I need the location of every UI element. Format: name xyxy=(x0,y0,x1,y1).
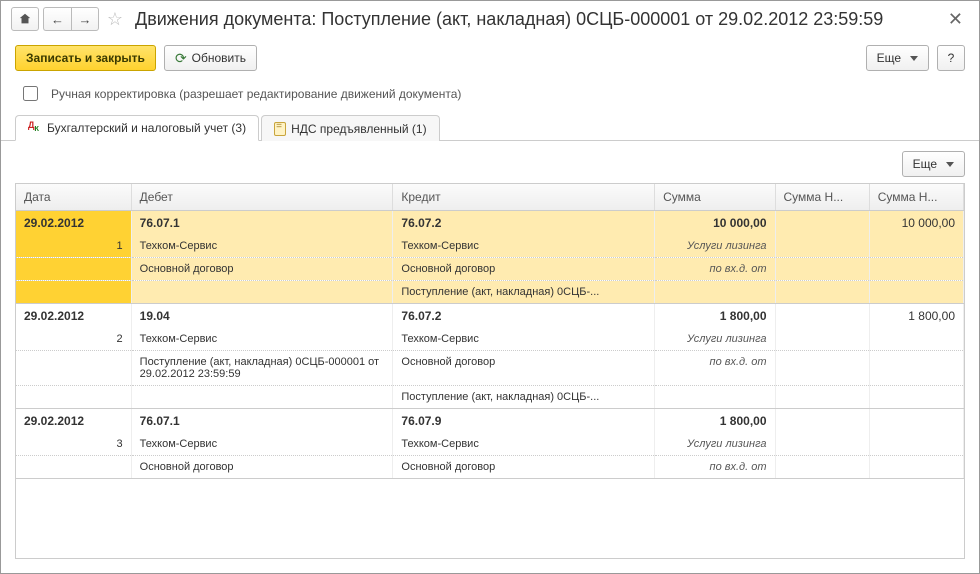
col-sum-n1[interactable]: Сумма Н... xyxy=(775,184,869,211)
table-row[interactable]: 29.02.201276.07.176.07.210 000,0010 000,… xyxy=(16,211,964,236)
cell-sum-n1 xyxy=(775,409,869,434)
cell-sum: 10 000,00 xyxy=(655,211,775,236)
more-button[interactable]: Еще xyxy=(866,45,929,71)
cell-sum-n2 xyxy=(869,409,963,434)
grid-header-row: Дата Дебет Кредит Сумма Сумма Н... Сумма… xyxy=(16,184,964,211)
table-subrow[interactable]: Поступление (акт, накладная) 0СЦБ-... xyxy=(16,386,964,409)
titlebar: ← → ☆ Движения документа: Поступление (а… xyxy=(1,1,979,37)
manual-correction-label: Ручная корректировка (разрешает редактир… xyxy=(51,87,461,101)
arrow-left-icon: ← xyxy=(51,12,64,27)
close-button[interactable]: ✕ xyxy=(942,9,969,30)
col-credit[interactable]: Кредит xyxy=(393,184,655,211)
cell-credit-line: Поступление (акт, накладная) 0СЦБ-... xyxy=(393,386,655,409)
cell-credit-line: Основной договор xyxy=(393,258,655,281)
cell-n: 2 xyxy=(16,328,131,351)
arrow-right-icon: → xyxy=(79,12,92,27)
cell-desc: по вх.д. от xyxy=(655,351,775,386)
table-subrow[interactable]: 3Техком-СервисТехком-СервисУслуги лизинг… xyxy=(16,433,964,456)
cell-credit-line: Техком-Сервис xyxy=(393,235,655,258)
table-subrow[interactable]: Поступление (акт, накладная) 0СЦБ-000001… xyxy=(16,351,964,386)
refresh-button[interactable]: ⟳ Обновить xyxy=(164,45,257,71)
cell-date: 29.02.2012 xyxy=(16,304,131,329)
col-date[interactable]: Дата xyxy=(16,184,131,211)
sheet-icon xyxy=(274,122,286,136)
cell-desc: по вх.д. от xyxy=(655,258,775,281)
tab-vat-label: НДС предъявленный (1) xyxy=(291,122,426,136)
cell-n: 1 xyxy=(16,235,131,258)
cell-debit-line: Основной договор xyxy=(131,258,393,281)
save-close-button[interactable]: Записать и закрыть xyxy=(15,45,156,71)
more-label: Еще xyxy=(877,51,901,65)
cell-credit-line: Техком-Сервис xyxy=(393,328,655,351)
cell-debit-line: Поступление (акт, накладная) 0СЦБ-000001… xyxy=(131,351,393,386)
table-row[interactable]: 29.02.201276.07.176.07.91 800,00 xyxy=(16,409,964,434)
cell-credit-acc: 76.07.9 xyxy=(393,409,655,434)
cell-desc: Услуги лизинга xyxy=(655,328,775,351)
table-subrow[interactable]: Основной договорОсновной договорпо вх.д.… xyxy=(16,456,964,479)
cell-credit-line: Техком-Сервис xyxy=(393,433,655,456)
cell-sum-n2: 10 000,00 xyxy=(869,211,963,236)
cell-sum-n2: 1 800,00 xyxy=(869,304,963,329)
col-debit[interactable]: Дебет xyxy=(131,184,393,211)
cell-debit-line xyxy=(131,386,393,409)
table-subrow[interactable]: Поступление (акт, накладная) 0СЦБ-... xyxy=(16,281,964,304)
grid-more-label: Еще xyxy=(913,157,937,171)
cell-debit-line: Техком-Сервис xyxy=(131,235,393,258)
tabs: ДК Бухгалтерский и налоговый учет (3) НД… xyxy=(1,114,979,141)
help-button[interactable]: ? xyxy=(937,45,965,71)
cell-credit-line: Основной договор xyxy=(393,351,655,386)
help-icon: ? xyxy=(948,51,955,65)
cell-sum-n1 xyxy=(775,304,869,329)
refresh-icon: ⟳ xyxy=(175,50,187,67)
cell-desc: Услуги лизинга xyxy=(655,433,775,456)
cell-date: 29.02.2012 xyxy=(16,409,131,434)
entries-grid[interactable]: Дата Дебет Кредит Сумма Сумма Н... Сумма… xyxy=(15,183,965,559)
cell-debit-line: Техком-Сервис xyxy=(131,433,393,456)
grid-more-button[interactable]: Еще xyxy=(902,151,965,177)
tab-vat[interactable]: НДС предъявленный (1) xyxy=(261,115,439,141)
cell-sum-n1 xyxy=(775,211,869,236)
cell-credit-acc: 76.07.2 xyxy=(393,304,655,329)
cell-date: 29.02.2012 xyxy=(16,211,131,236)
home-icon xyxy=(18,12,32,26)
back-button[interactable]: ← xyxy=(43,7,71,31)
home-button[interactable] xyxy=(11,7,39,31)
tab-accounting[interactable]: ДК Бухгалтерский и налоговый учет (3) xyxy=(15,115,259,141)
cell-desc: Услуги лизинга xyxy=(655,235,775,258)
favorite-star-icon[interactable]: ☆ xyxy=(103,9,127,30)
cell-desc: по вх.д. от xyxy=(655,456,775,479)
cell-credit-line: Поступление (акт, накладная) 0СЦБ-... xyxy=(393,281,655,304)
dk-icon: ДК xyxy=(28,121,42,135)
table-subrow[interactable]: Основной договорОсновной договорпо вх.д.… xyxy=(16,258,964,281)
tab-content: Еще Дата Дебет Кредит Сумма Сумма Н... С… xyxy=(1,141,979,573)
cell-debit-line xyxy=(131,281,393,304)
table-subrow[interactable]: 1Техком-СервисТехком-СервисУслуги лизинг… xyxy=(16,235,964,258)
save-close-label: Записать и закрыть xyxy=(26,51,145,65)
cell-debit-acc: 19.04 xyxy=(131,304,393,329)
col-sum[interactable]: Сумма xyxy=(655,184,775,211)
table-subrow[interactable]: 2Техком-СервисТехком-СервисУслуги лизинг… xyxy=(16,328,964,351)
manual-correction-row: Ручная корректировка (разрешает редактир… xyxy=(1,79,979,114)
cell-debit-line: Техком-Сервис xyxy=(131,328,393,351)
cell-n: 3 xyxy=(16,433,131,456)
table-row[interactable]: 29.02.201219.0476.07.21 800,001 800,00 xyxy=(16,304,964,329)
main-toolbar: Записать и закрыть ⟳ Обновить Еще ? xyxy=(1,37,979,79)
manual-correction-checkbox[interactable] xyxy=(23,86,38,101)
cell-sum: 1 800,00 xyxy=(655,304,775,329)
col-sum-n2[interactable]: Сумма Н... xyxy=(869,184,963,211)
window: ← → ☆ Движения документа: Поступление (а… xyxy=(0,0,980,574)
cell-debit-line: Основной договор xyxy=(131,456,393,479)
cell-credit-line: Основной договор xyxy=(393,456,655,479)
refresh-label: Обновить xyxy=(192,51,246,65)
close-icon: ✕ xyxy=(948,9,963,29)
cell-debit-acc: 76.07.1 xyxy=(131,211,393,236)
window-title: Движения документа: Поступление (акт, на… xyxy=(135,9,938,30)
cell-credit-acc: 76.07.2 xyxy=(393,211,655,236)
tab-accounting-label: Бухгалтерский и налоговый учет (3) xyxy=(47,121,246,135)
cell-debit-acc: 76.07.1 xyxy=(131,409,393,434)
cell-sum: 1 800,00 xyxy=(655,409,775,434)
forward-button[interactable]: → xyxy=(71,7,99,31)
